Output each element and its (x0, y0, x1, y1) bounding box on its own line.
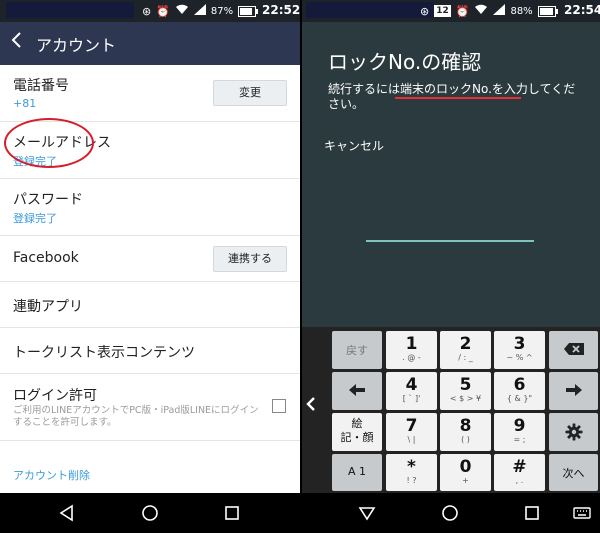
key-6[interactable]: 6{ & }" (494, 372, 545, 410)
cursor-right-key[interactable] (549, 372, 598, 410)
change-phone-button[interactable]: 変更 (213, 80, 287, 106)
cursor-left-key[interactable] (332, 372, 382, 410)
row-talklist-content[interactable]: トークリスト表示コンテンツ (0, 328, 300, 374)
lock-confirm-screen: ⊛ 12 ⏰ 88% 22:54 ロックNo.の確認 続行するには端末のロックN… (302, 0, 600, 533)
key-5[interactable]: 5 < $ > ¥ (440, 372, 491, 410)
key-4[interactable]: 4[ ` ]' (386, 372, 437, 410)
row-facebook: Facebook 連携する (0, 236, 300, 282)
status-time: 22:54 (564, 3, 600, 17)
nav-recents-icon[interactable] (222, 503, 242, 523)
alarm-icon: ⏰ (455, 4, 470, 18)
numeric-keyboard: 戻す 絵 記・顔 A 1 1. @ - 2/ : _ 3 ~ % ^ 4[ ` ]… (302, 327, 600, 493)
page-title: アカウント (36, 36, 117, 55)
password-label: パスワード (13, 192, 83, 208)
keyboard-switch-icon[interactable] (572, 503, 592, 523)
delete-account-link[interactable]: アカウント削除 (13, 467, 90, 483)
nav-home-icon[interactable] (440, 503, 460, 523)
backspace-icon (563, 343, 584, 355)
status-bar: ⊛ 12 ⏰ 88% 22:54 (302, 0, 600, 22)
nfc-icon: ⊛ (420, 4, 430, 18)
linked-apps-label: 連動アプリ (13, 299, 83, 315)
status-time: 22:52 (262, 3, 300, 17)
arrow-right-icon (565, 384, 582, 396)
phone-value: +81 (13, 97, 37, 110)
emoji-symbol-key[interactable]: 絵 記・顔 (332, 413, 382, 451)
nav-bar (302, 493, 600, 533)
gear-icon (565, 423, 582, 441)
row-phone: 電話番号 +81 変更 (0, 65, 300, 122)
nav-recents-icon[interactable] (522, 503, 542, 523)
signal-icon (193, 4, 206, 18)
login-permission-checkbox[interactable] (272, 399, 286, 413)
key-2[interactable]: 2/ : _ (440, 331, 491, 369)
cancel-button[interactable]: キャンセル (324, 137, 384, 154)
next-key[interactable]: 次へ (549, 454, 598, 491)
status-bar: ⊛ ⏰ 87% 22:52 (0, 0, 300, 22)
row-linked-apps[interactable]: 連動アプリ (0, 282, 300, 328)
dialog-title: ロックNo.の確認 (328, 50, 482, 74)
key-3[interactable]: 3 ~ % ^ (494, 331, 545, 369)
talklist-label: トークリスト表示コンテンツ (13, 345, 195, 361)
pin-input-field[interactable] (366, 240, 534, 242)
key-9[interactable]: 9 = ; (494, 413, 545, 451)
row-login-permission: ログイン許可 ご利用のLINEアカウントでPC版・iPad版LINEにログインす… (0, 374, 300, 441)
alarm-icon: ⏰ (156, 4, 170, 18)
keyboard-collapse-icon[interactable] (306, 393, 316, 417)
login-permission-label: ログイン許可 (13, 388, 97, 404)
battery-icon (537, 5, 558, 17)
wifi-icon (474, 4, 488, 18)
nav-bar (0, 493, 300, 533)
row-delete-account[interactable]: アカウント削除 (0, 441, 300, 491)
battery-percent: 88% (510, 5, 533, 17)
status-redacted-block (306, 2, 434, 18)
row-password[interactable]: パスワード 登録完了 (0, 179, 300, 236)
phone-label: 電話番号 (13, 78, 69, 94)
undo-key[interactable]: 戻す (332, 331, 382, 369)
arrow-left-icon (349, 384, 365, 396)
key-8[interactable]: 8( ) (440, 413, 491, 451)
nav-home-icon[interactable] (140, 503, 160, 523)
wifi-icon (175, 4, 189, 18)
nav-back-icon[interactable] (357, 503, 377, 523)
app-header: アカウント (0, 22, 300, 65)
nav-back-icon[interactable] (57, 503, 77, 523)
annotation-underline (395, 97, 521, 99)
key-hash[interactable]: #, . (494, 454, 545, 491)
back-arrow-icon[interactable] (10, 31, 22, 53)
account-screen: ⊛ ⏰ 87% 22:52 アカウント 電話番号 +81 変更 メールアドレス … (0, 0, 300, 533)
key-asterisk[interactable]: *! ? (386, 454, 437, 491)
login-permission-desc: ご利用のLINEアカウントでPC版・iPad版LINEにログインすることを許可し… (13, 405, 259, 428)
key-1[interactable]: 1. @ - (386, 331, 437, 369)
status-redacted-block (6, 2, 134, 18)
facebook-label: Facebook (13, 250, 79, 266)
annotation-circle (4, 118, 94, 168)
battery-icon (238, 5, 259, 17)
signal-icon (493, 4, 506, 18)
backspace-key[interactable] (549, 331, 598, 369)
key-0[interactable]: 0 + (440, 454, 491, 491)
input-mode-key[interactable]: A 1 (332, 454, 382, 491)
password-status: 登録完了 (13, 212, 57, 225)
settings-key[interactable] (549, 413, 598, 451)
battery-percent: 87% (210, 5, 234, 17)
notification-badge: 12 (434, 5, 451, 17)
key-7[interactable]: 7 \ | (386, 413, 437, 451)
link-facebook-button[interactable]: 連携する (213, 246, 287, 272)
nfc-icon: ⊛ (142, 4, 152, 18)
